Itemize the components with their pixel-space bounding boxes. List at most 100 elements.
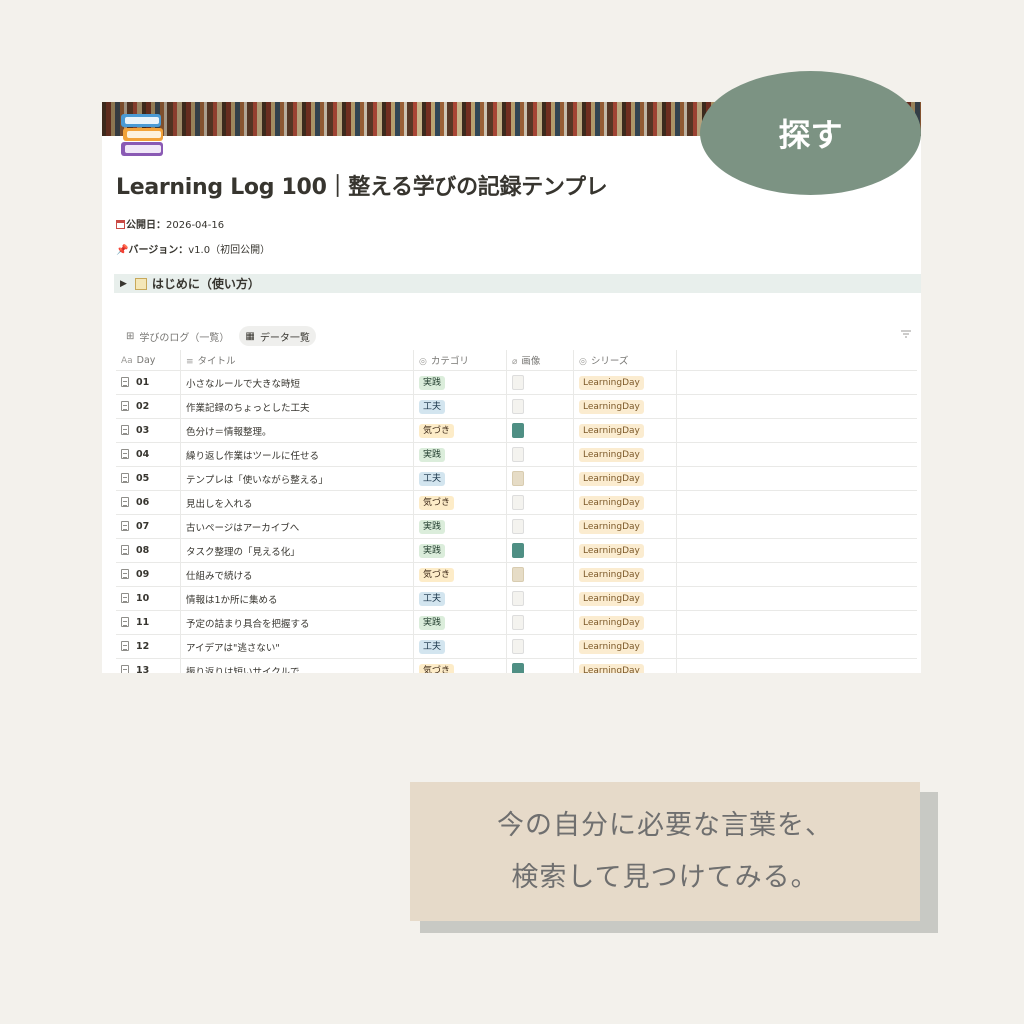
cell-day[interactable]: 08 <box>116 538 181 563</box>
cell-image[interactable] <box>506 394 574 419</box>
cell-series[interactable]: LearningDay <box>573 586 677 611</box>
cell-day[interactable]: 13 <box>116 658 181 673</box>
cell-image[interactable] <box>506 538 574 563</box>
cell-day[interactable]: 12 <box>116 634 181 659</box>
cell-image[interactable] <box>506 418 574 443</box>
table-row[interactable]: 05 テンプレは「使いながら整える」 工夫 LearningDay <box>116 466 917 491</box>
cell-category[interactable]: 工夫 <box>413 586 507 611</box>
cell-title[interactable]: テンプレは「使いながら整える」 <box>180 466 414 491</box>
cell-series[interactable]: LearningDay <box>573 490 677 515</box>
cell-image[interactable] <box>506 562 574 587</box>
tab-gallery-view[interactable]: ⊞ 学びのログ（一覧） <box>120 326 235 346</box>
cell-day[interactable]: 01 <box>116 370 181 395</box>
table-row[interactable]: 07 古いページはアーカイブへ 実践 LearningDay <box>116 514 917 539</box>
cell-image[interactable] <box>506 490 574 515</box>
intro-toggle-block[interactable]: ▶ はじめに（使い方） <box>114 274 921 293</box>
cell-title[interactable]: 色分け＝情報整理。 <box>180 418 414 443</box>
cell-image[interactable] <box>506 658 574 673</box>
cell-title[interactable]: 繰り返し作業はツールに任せる <box>180 442 414 467</box>
cell-day[interactable]: 04 <box>116 442 181 467</box>
table-row[interactable]: 06 見出しを入れる 気づき LearningDay <box>116 490 917 515</box>
image-thumbnail[interactable] <box>512 447 524 462</box>
cell-category[interactable]: 実践 <box>413 538 507 563</box>
column-header-title[interactable]: ≡ タイトル <box>180 350 414 371</box>
cell-title[interactable]: 予定の詰まり具合を把握する <box>180 610 414 635</box>
image-thumbnail[interactable] <box>512 639 524 654</box>
table-row[interactable]: 03 色分け＝情報整理。 気づき LearningDay <box>116 418 917 443</box>
cell-day[interactable]: 07 <box>116 514 181 539</box>
cell-series[interactable]: LearningDay <box>573 418 677 443</box>
cell-day[interactable]: 02 <box>116 394 181 419</box>
cell-image[interactable] <box>506 442 574 467</box>
cell-category[interactable]: 気づき <box>413 562 507 587</box>
table-row[interactable]: 10 情報は1か所に集める 工夫 LearningDay <box>116 586 917 611</box>
cell-category[interactable]: 気づき <box>413 490 507 515</box>
image-thumbnail[interactable] <box>512 399 524 414</box>
cell-series[interactable]: LearningDay <box>573 634 677 659</box>
cell-day[interactable]: 05 <box>116 466 181 491</box>
cell-series[interactable]: LearningDay <box>573 562 677 587</box>
cell-day[interactable]: 09 <box>116 562 181 587</box>
table-row[interactable]: 11 予定の詰まり具合を把握する 実践 LearningDay <box>116 610 917 635</box>
cell-image[interactable] <box>506 634 574 659</box>
cell-series[interactable]: LearningDay <box>573 394 677 419</box>
cell-category[interactable]: 実践 <box>413 370 507 395</box>
table-row[interactable]: 12 アイデアは"逃さない" 工夫 LearningDay <box>116 634 917 659</box>
cell-title[interactable]: 見出しを入れる <box>180 490 414 515</box>
cell-image[interactable] <box>506 586 574 611</box>
cell-image[interactable] <box>506 466 574 491</box>
cell-day[interactable]: 10 <box>116 586 181 611</box>
table-row[interactable]: 02 作業記録のちょっとした工夫 工夫 LearningDay <box>116 394 917 419</box>
cell-category[interactable]: 実践 <box>413 442 507 467</box>
image-thumbnail[interactable] <box>512 615 524 630</box>
image-thumbnail[interactable] <box>512 591 524 606</box>
cell-title[interactable]: タスク整理の「見える化」 <box>180 538 414 563</box>
cell-category[interactable]: 気づき <box>413 418 507 443</box>
cell-series[interactable]: LearningDay <box>573 466 677 491</box>
cell-category[interactable]: 実践 <box>413 514 507 539</box>
image-thumbnail[interactable] <box>512 663 524 673</box>
cell-image[interactable] <box>506 514 574 539</box>
table-row[interactable]: 09 仕組みで続ける 気づき LearningDay <box>116 562 917 587</box>
cell-day[interactable]: 03 <box>116 418 181 443</box>
image-thumbnail[interactable] <box>512 471 524 486</box>
tab-table-view[interactable]: ▦ データ一覧 <box>239 326 316 346</box>
filter-icon[interactable] <box>901 329 911 339</box>
cell-series[interactable]: LearningDay <box>573 538 677 563</box>
cell-title[interactable]: 振り返りは短いサイクルで <box>180 658 414 673</box>
cell-image[interactable] <box>506 370 574 395</box>
cell-title[interactable]: 小さなルールで大きな時短 <box>180 370 414 395</box>
cell-category[interactable]: 実践 <box>413 610 507 635</box>
cell-series[interactable]: LearningDay <box>573 370 677 395</box>
cell-category[interactable]: 工夫 <box>413 634 507 659</box>
cell-title[interactable]: 古いページはアーカイブへ <box>180 514 414 539</box>
table-row[interactable]: 13 振り返りは短いサイクルで 気づき LearningDay <box>116 658 917 673</box>
column-header-category[interactable]: ◎ カテゴリ <box>413 350 507 371</box>
image-thumbnail[interactable] <box>512 495 524 510</box>
table-row[interactable]: 08 タスク整理の「見える化」 実践 LearningDay <box>116 538 917 563</box>
cell-series[interactable]: LearningDay <box>573 610 677 635</box>
image-thumbnail[interactable] <box>512 519 524 534</box>
column-header-series[interactable]: ◎ シリーズ <box>573 350 677 371</box>
toggle-triangle-icon[interactable]: ▶ <box>120 279 127 289</box>
table-row[interactable]: 04 繰り返し作業はツールに任せる 実践 LearningDay <box>116 442 917 467</box>
cell-series[interactable]: LearningDay <box>573 658 677 673</box>
image-thumbnail[interactable] <box>512 567 524 582</box>
cell-category[interactable]: 工夫 <box>413 394 507 419</box>
image-thumbnail[interactable] <box>512 543 524 558</box>
cell-title[interactable]: アイデアは"逃さない" <box>180 634 414 659</box>
cell-series[interactable]: LearningDay <box>573 514 677 539</box>
cell-title[interactable]: 仕組みで続ける <box>180 562 414 587</box>
cell-title[interactable]: 情報は1か所に集める <box>180 586 414 611</box>
cell-image[interactable] <box>506 610 574 635</box>
column-header-day[interactable]: Aa Day <box>116 350 181 371</box>
cell-category[interactable]: 工夫 <box>413 466 507 491</box>
cell-series[interactable]: LearningDay <box>573 442 677 467</box>
table-row[interactable]: 01 小さなルールで大きな時短 実践 LearningDay <box>116 370 917 395</box>
cell-category[interactable]: 気づき <box>413 658 507 673</box>
cell-title[interactable]: 作業記録のちょっとした工夫 <box>180 394 414 419</box>
column-header-image[interactable]: ⌀ 画像 <box>506 350 574 371</box>
cell-day[interactable]: 11 <box>116 610 181 635</box>
cell-day[interactable]: 06 <box>116 490 181 515</box>
image-thumbnail[interactable] <box>512 375 524 390</box>
